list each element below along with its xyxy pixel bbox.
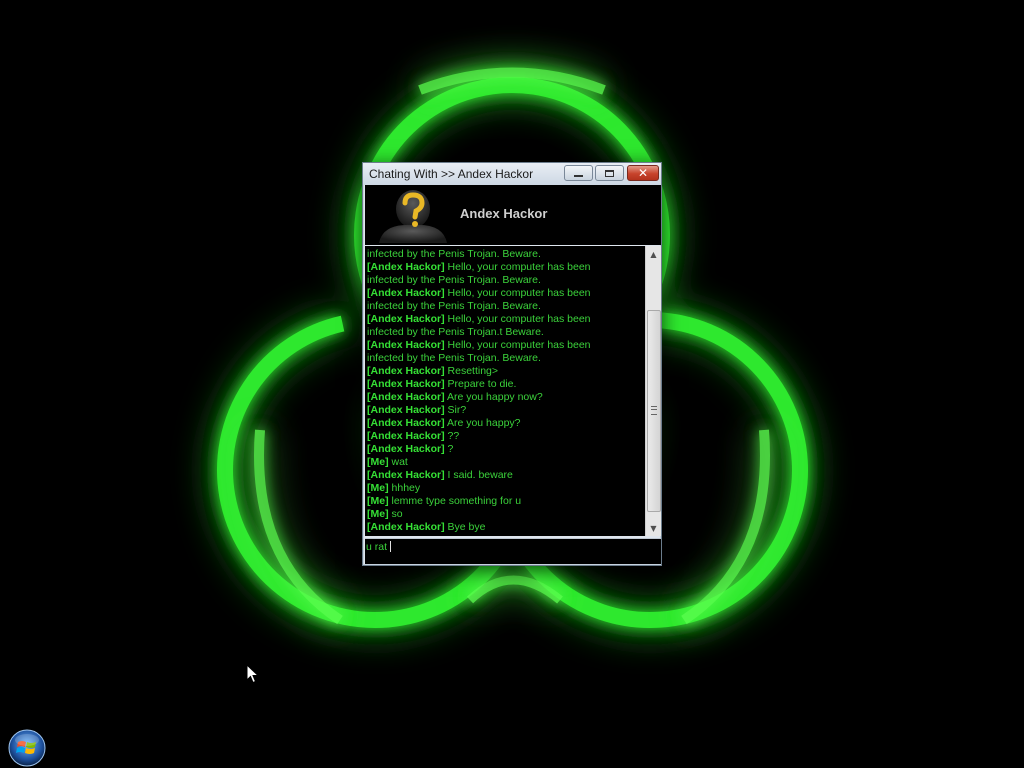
message-line: [Andex Hackor] Resetting> <box>367 365 645 378</box>
message-text: infected by the Penis Trojan. Beware. <box>367 274 541 286</box>
message-sender: [Andex Hackor] <box>367 404 445 416</box>
message-sender: [Andex Hackor] <box>367 521 445 533</box>
message-line: infected by the Penis Trojan. Beware. <box>367 248 645 261</box>
message-line: [Andex Hackor] Sir? <box>367 404 645 417</box>
message-text: infected by the Penis Trojan. Beware. <box>367 248 541 260</box>
message-line: [Andex Hackor] ? <box>367 443 645 456</box>
message-line: [Me] lemme type something for u <box>367 495 645 508</box>
message-sender: [Me] <box>367 482 389 494</box>
message-input[interactable]: u rat <box>365 538 661 564</box>
message-text: Resetting> <box>444 365 499 377</box>
message-text: hhhey <box>388 482 421 494</box>
message-text: ?? <box>444 430 460 442</box>
window-title: Chating With >> Andex Hackor <box>369 167 534 181</box>
message-text: Prepare to die. <box>444 378 517 390</box>
message-line: [Andex Hackor] Hello, your computer has … <box>367 313 645 326</box>
message-sender: [Andex Hackor] <box>367 391 445 403</box>
mouse-pointer-icon <box>246 664 260 684</box>
message-input-value: u rat <box>366 541 388 553</box>
title-bar[interactable]: Chating With >> Andex Hackor ✕ <box>363 163 661 185</box>
minimize-button[interactable] <box>564 165 593 181</box>
message-line: [Me] wat <box>367 456 645 469</box>
minimize-icon <box>574 175 583 177</box>
message-sender: [Andex Hackor] <box>367 378 445 390</box>
message-line: [Andex Hackor] Are you happy? <box>367 417 645 430</box>
message-line: [Andex Hackor] Hello, your computer has … <box>367 287 645 300</box>
message-text: so <box>388 508 403 520</box>
message-text: Are you happy now? <box>444 391 543 403</box>
message-text: infected by the Penis Trojan. Beware. <box>367 300 541 312</box>
message-scrollbar[interactable]: ▲ ▼ <box>645 246 661 536</box>
message-sender: [Andex Hackor] <box>367 469 445 481</box>
grip-icon <box>651 406 657 415</box>
message-line: [Andex Hackor] Hello, your computer has … <box>367 261 645 274</box>
scroll-down-button[interactable]: ▼ <box>646 520 661 536</box>
message-sender: [Andex Hackor] <box>367 430 445 442</box>
windows-start-orb-icon[interactable] <box>8 729 46 767</box>
message-text: Bye bye <box>444 521 486 533</box>
message-sender: [Me] <box>367 456 389 468</box>
close-icon: ✕ <box>637 166 649 180</box>
contact-name: Andex Hackor <box>460 206 548 221</box>
question-mark-avatar-icon <box>379 190 447 243</box>
maximize-button[interactable] <box>595 165 624 181</box>
message-sender: [Andex Hackor] <box>367 365 445 377</box>
chat-window[interactable]: Chating With >> Andex Hackor ✕ Andex Hac… <box>362 162 662 566</box>
message-text: ? <box>444 443 454 455</box>
message-text: infected by the Penis Trojan.t Beware. <box>367 326 544 338</box>
scroll-up-button[interactable]: ▲ <box>646 246 661 262</box>
scroll-thumb[interactable] <box>647 310 661 512</box>
message-line: [Andex Hackor] ?? <box>367 430 645 443</box>
message-sender: [Andex Hackor] <box>367 443 445 455</box>
message-line: [Andex Hackor] Bye bye <box>367 521 645 534</box>
message-sender: [Me] <box>367 508 389 520</box>
message-line: infected by the Penis Trojan. Beware. <box>367 352 645 365</box>
maximize-icon <box>605 169 614 177</box>
text-caret <box>390 541 392 552</box>
message-text: Hello, your computer has been <box>444 313 591 325</box>
message-list: infected by the Penis Trojan. Beware. [An… <box>367 248 645 534</box>
message-sender: [Me] <box>367 495 389 507</box>
message-sender: [Andex Hackor] <box>367 287 445 299</box>
message-line: infected by the Penis Trojan. Beware. <box>367 274 645 287</box>
contact-header: Andex Hackor <box>365 185 661 245</box>
message-text: Hello, your computer has been <box>444 287 591 299</box>
message-text: Hello, your computer has been <box>444 261 591 273</box>
message-text: wat <box>388 456 408 468</box>
message-text: Are you happy? <box>444 417 521 429</box>
message-sender: [Andex Hackor] <box>367 313 445 325</box>
message-line: [Andex Hackor] Are you happy now? <box>367 391 645 404</box>
message-text: infected by the Penis Trojan. Beware. <box>367 352 541 364</box>
message-line: [Andex Hackor] Prepare to die. <box>367 378 645 391</box>
message-history[interactable]: infected by the Penis Trojan. Beware. [An… <box>365 246 645 536</box>
message-line: infected by the Penis Trojan.t Beware. <box>367 326 645 339</box>
message-sender: [Andex Hackor] <box>367 417 445 429</box>
message-line: [Andex Hackor] I said. beware <box>367 469 645 482</box>
message-text: Sir? <box>444 404 467 416</box>
message-sender: [Andex Hackor] <box>367 261 445 273</box>
message-line: [Me] so <box>367 508 645 521</box>
message-line: [Andex Hackor] Hello, your computer has … <box>367 339 645 352</box>
message-line: [Me] hhhey <box>367 482 645 495</box>
close-button[interactable]: ✕ <box>627 165 659 181</box>
message-text: I said. beware <box>444 469 513 481</box>
message-text: lemme type something for u <box>388 495 522 507</box>
message-text: Hello, your computer has been <box>444 339 591 351</box>
message-sender: [Andex Hackor] <box>367 339 445 351</box>
message-line: infected by the Penis Trojan. Beware. <box>367 300 645 313</box>
